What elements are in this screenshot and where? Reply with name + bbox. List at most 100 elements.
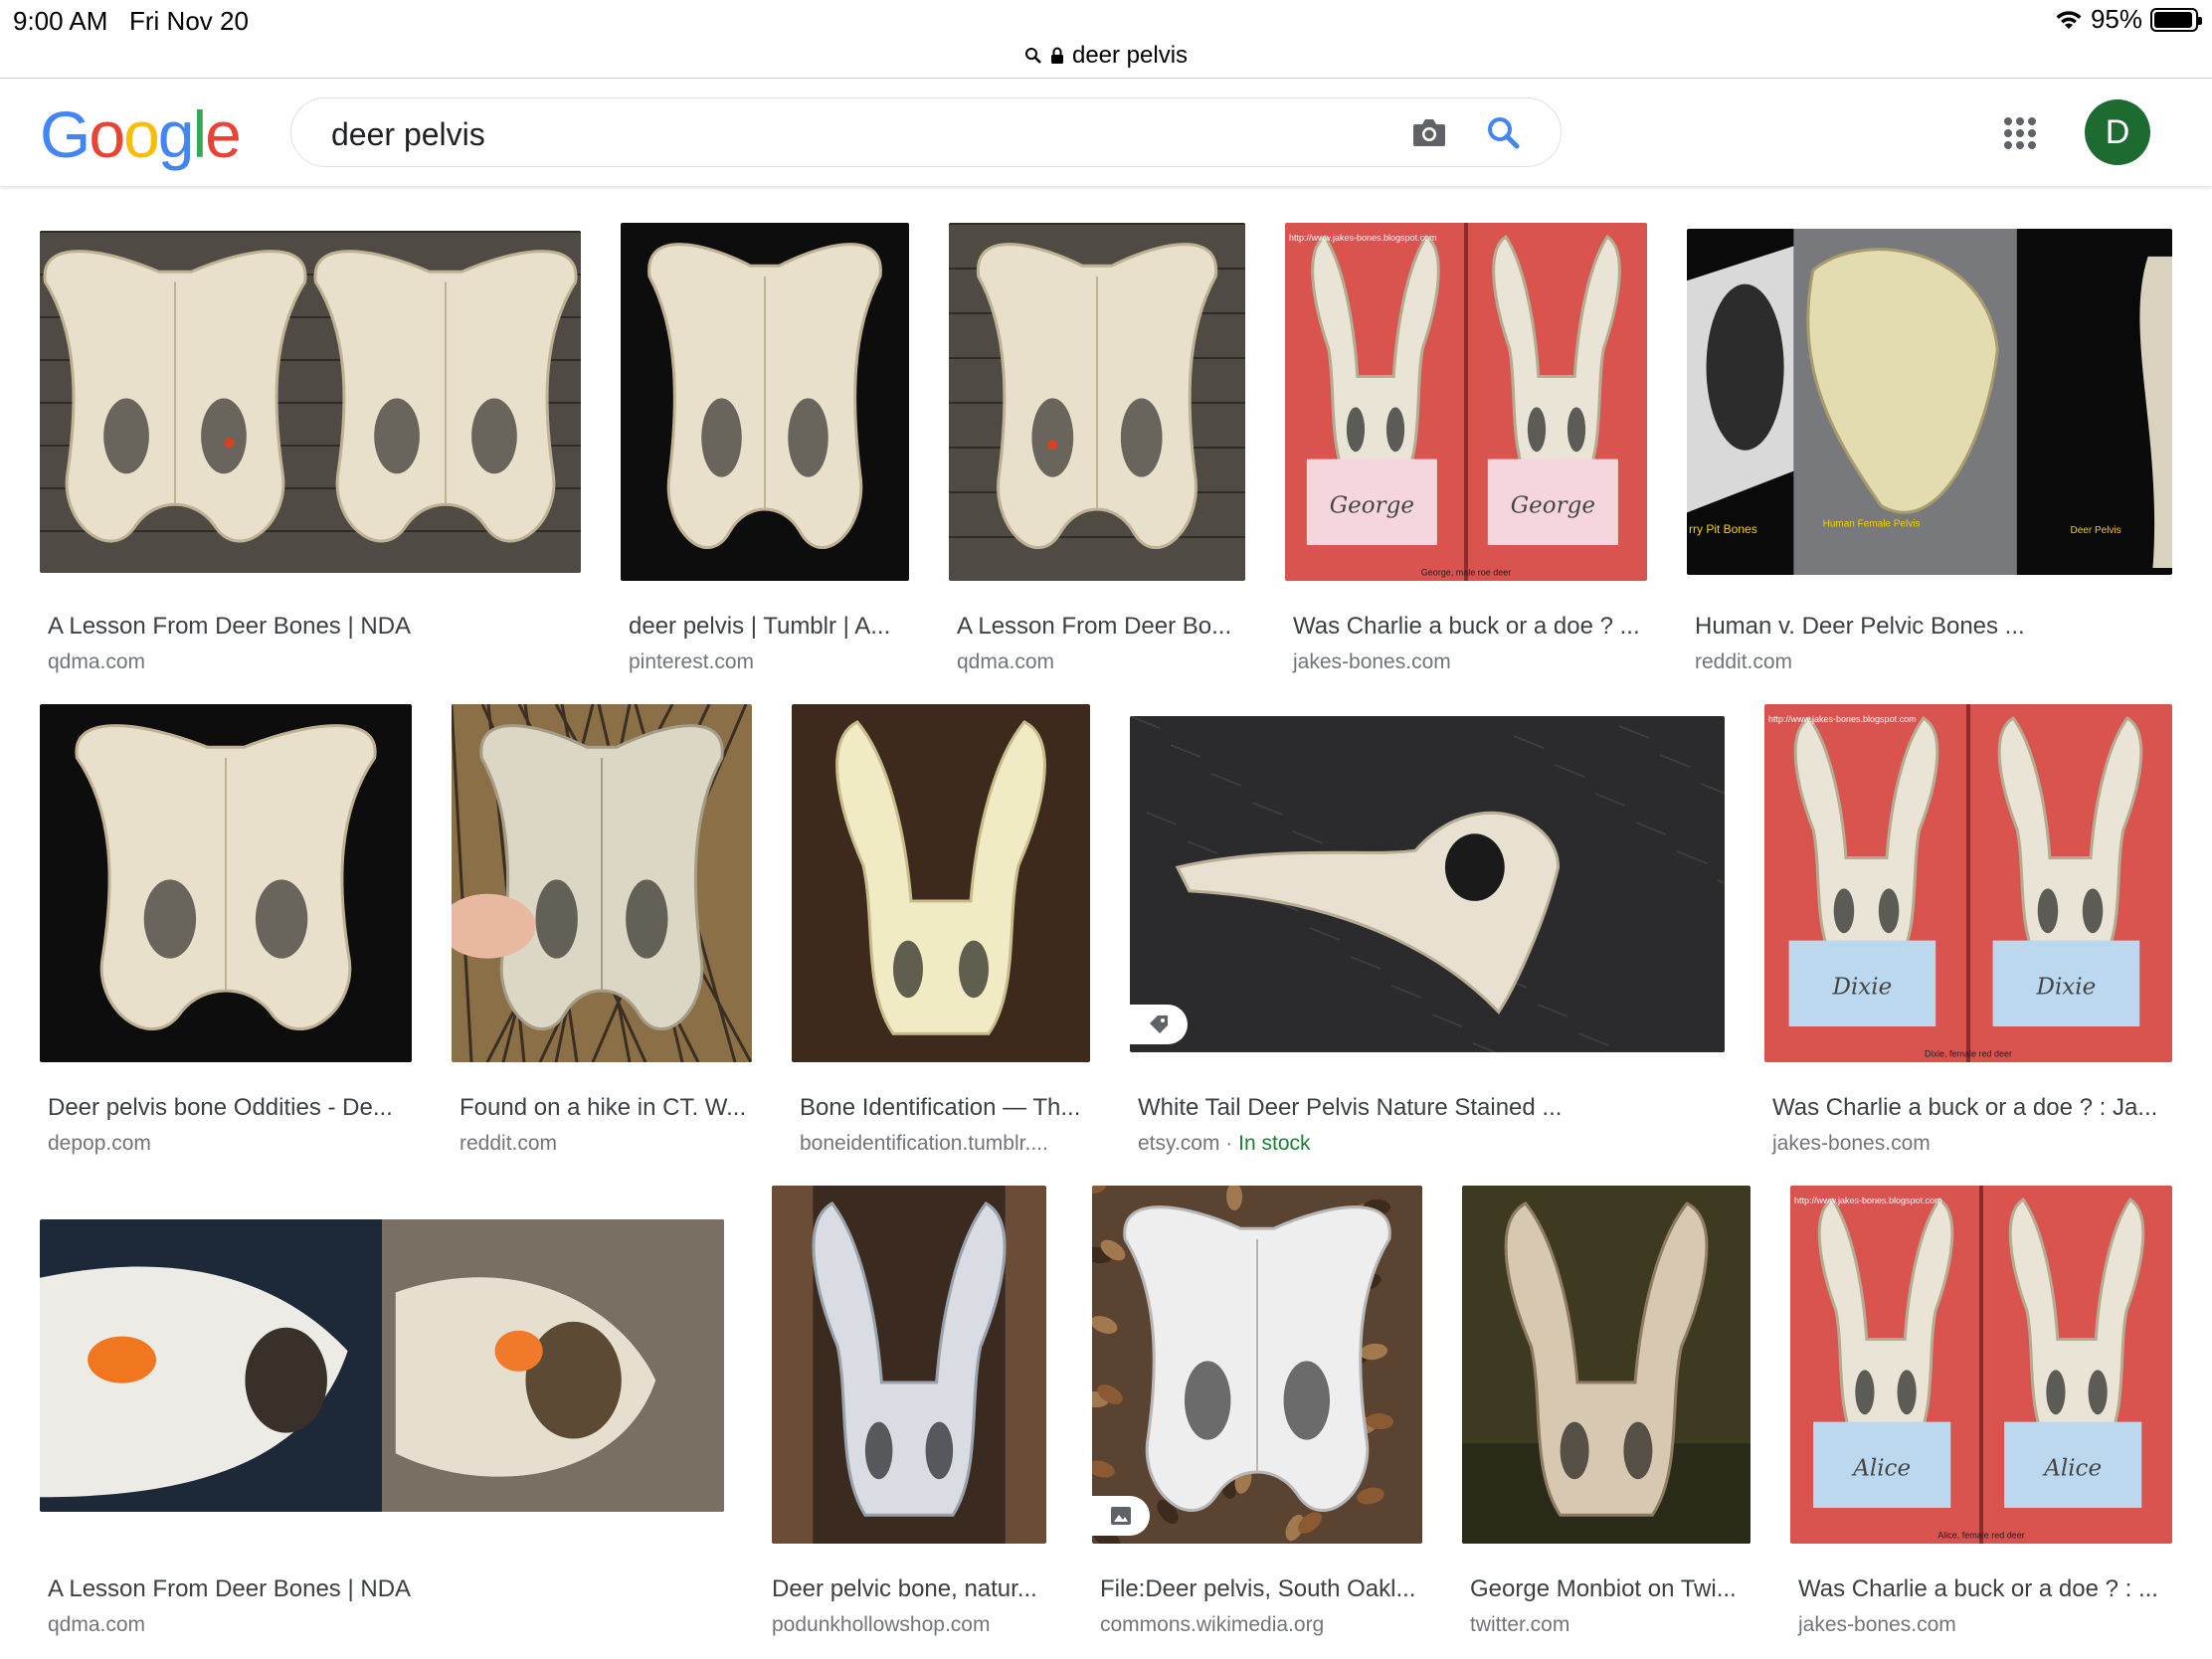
result-source: etsy.com · In stock (1138, 1132, 1311, 1156)
result-thumbnail[interactable] (1130, 716, 1725, 1052)
source-domain: depop.com (48, 1132, 151, 1155)
result-thumbnail[interactable]: George George http://www.jakes-bones.blog… (1285, 223, 1647, 581)
source-domain: jakes-bones.com (1772, 1132, 1931, 1155)
result-title[interactable]: Bone Identification — Th... (800, 1094, 1080, 1122)
result-title[interactable]: Was Charlie a buck or a doe ? : Ja... (1772, 1094, 2157, 1122)
result-title[interactable]: Human v. Deer Pelvic Bones ... (1695, 613, 2025, 641)
logo-letter: l (192, 97, 208, 171)
photo-caption: Dixie, female red deer (1925, 1049, 2012, 1059)
watermark: http://www.jakes-bones.blogspot.com (1768, 714, 1917, 724)
wifi-icon (2056, 10, 2082, 29)
result-title[interactable]: Was Charlie a buck or a doe ? ... (1293, 613, 1640, 641)
camera-icon[interactable] (1409, 114, 1449, 152)
status-bar: 9:00 AM Fri Nov 20 95% (0, 0, 2212, 40)
source-domain: commons.wikimedia.org (1100, 1613, 1325, 1636)
result-source: qdma.com (957, 650, 1054, 674)
result-thumbnail[interactable]: Dixie Dixie http://www.jakes-bones.blogsp… (1764, 704, 2172, 1062)
card-label: George (1330, 493, 1414, 519)
result-source: podunkhollowshop.com (772, 1613, 990, 1637)
search-input[interactable]: deer pelvis (331, 116, 485, 153)
result-thumbnail[interactable]: rry Pit Bones Human Female Pelvis Deer Pel… (1687, 229, 2172, 575)
result-title[interactable]: George Monbiot on Twi... (1470, 1575, 1737, 1603)
result-title[interactable]: A Lesson From Deer Bo... (957, 613, 1231, 641)
address-bar[interactable]: deer pelvis (0, 36, 2212, 76)
result-source: depop.com (48, 1132, 151, 1156)
apps-grid-icon[interactable] (2003, 116, 2037, 150)
result-thumbnail[interactable] (1462, 1186, 1751, 1544)
result-thumbnail[interactable] (621, 223, 909, 581)
card-label: Alice (1851, 1456, 1911, 1482)
source-domain: reddit.com (460, 1132, 558, 1155)
result-source: pinterest.com (629, 650, 754, 674)
source-domain: jakes-bones.com (1293, 650, 1451, 673)
google-logo[interactable]: Google (40, 96, 242, 172)
watermark: http://www.jakes-bones.blogspot.com (1289, 233, 1437, 243)
availability-label: In stock (1238, 1132, 1311, 1155)
logo-letter: o (123, 97, 160, 171)
search-box[interactable]: deer pelvis (290, 97, 1562, 167)
photo-caption: George, male roe deer (1421, 568, 1512, 578)
source-domain: pinterest.com (629, 650, 755, 673)
logo-letter: g (157, 97, 195, 171)
source-domain: qdma.com (48, 1613, 146, 1636)
photo-label: Human Female Pelvis (1823, 518, 1921, 529)
source-domain: twitter.com (1470, 1613, 1570, 1636)
card-label: Alice (2042, 1456, 2102, 1482)
result-source: jakes-bones.com (1293, 650, 1451, 674)
watermark: http://www.jakes-bones.blogspot.com (1794, 1196, 1942, 1205)
result-thumbnail[interactable] (40, 704, 412, 1062)
result-title[interactable]: Found on a hike in CT. W... (460, 1094, 746, 1122)
google-header: Google deer pelvis D (0, 79, 2212, 186)
result-thumbnail[interactable] (40, 1219, 724, 1512)
address-text: deer pelvis (1071, 42, 1189, 69)
result-thumbnail[interactable] (40, 231, 581, 573)
result-title[interactable]: Was Charlie a buck or a doe ? : ... (1798, 1575, 2158, 1603)
result-source: jakes-bones.com (1798, 1613, 1956, 1637)
battery-icon (2150, 7, 2202, 32)
result-source: commons.wikimedia.org (1100, 1613, 1324, 1637)
source-domain: reddit.com (1695, 650, 1793, 673)
result-title[interactable]: deer pelvis | Tumblr | A... (629, 613, 890, 641)
result-thumbnail[interactable] (949, 223, 1245, 581)
logo-letter: G (40, 97, 91, 171)
source-domain: boneidentification.tumblr.... (800, 1132, 1048, 1155)
search-button-icon[interactable] (1485, 114, 1523, 152)
result-thumbnail[interactable] (792, 704, 1090, 1062)
result-thumbnail[interactable]: Alice Alice http://www.jakes-bones.blogsp… (1790, 1186, 2172, 1544)
source-domain: qdma.com (957, 650, 1055, 673)
result-source: twitter.com (1470, 1613, 1569, 1637)
result-source: qdma.com (48, 1613, 145, 1637)
result-source: jakes-bones.com (1772, 1132, 1931, 1156)
status-date: Fri Nov 20 (129, 6, 249, 36)
image-icon (1092, 1496, 1150, 1536)
avatar[interactable]: D (2085, 99, 2150, 165)
result-source: boneidentification.tumblr.... (800, 1132, 1048, 1156)
result-thumbnail[interactable] (1092, 1186, 1422, 1544)
result-title[interactable]: File:Deer pelvis, South Oakl... (1100, 1575, 1415, 1603)
result-title[interactable]: A Lesson From Deer Bones | NDA (48, 613, 411, 641)
result-source: reddit.com (1695, 650, 1792, 674)
result-thumbnail[interactable] (772, 1186, 1046, 1544)
source-domain: qdma.com (48, 650, 146, 673)
logo-letter: o (89, 97, 125, 171)
result-title[interactable]: White Tail Deer Pelvis Nature Stained ..… (1138, 1094, 1562, 1122)
status-time: 9:00 AM (13, 6, 108, 36)
logo-letter: e (205, 97, 242, 171)
photo-label: rry Pit Bones (1689, 522, 1757, 536)
source-domain: jakes-bones.com (1798, 1613, 1956, 1636)
card-label: Dixie (1832, 975, 1893, 1001)
result-source: qdma.com (48, 650, 145, 674)
photo-label: Deer Pelvis (2071, 525, 2121, 536)
search-icon (1024, 48, 1041, 64)
card-label: Dixie (2036, 975, 2097, 1001)
separator-dot: · (1219, 1132, 1239, 1155)
lock-icon (1050, 47, 1063, 64)
source-domain: podunkhollowshop.com (772, 1613, 991, 1636)
result-title[interactable]: Deer pelvic bone, natur... (772, 1575, 1037, 1603)
result-thumbnail[interactable] (452, 704, 752, 1062)
result-title[interactable]: A Lesson From Deer Bones | NDA (48, 1575, 411, 1603)
result-source: reddit.com (460, 1132, 557, 1156)
battery-percent: 95% (2090, 4, 2142, 34)
tag-icon (1130, 1005, 1188, 1044)
result-title[interactable]: Deer pelvis bone Oddities - De... (48, 1094, 393, 1122)
